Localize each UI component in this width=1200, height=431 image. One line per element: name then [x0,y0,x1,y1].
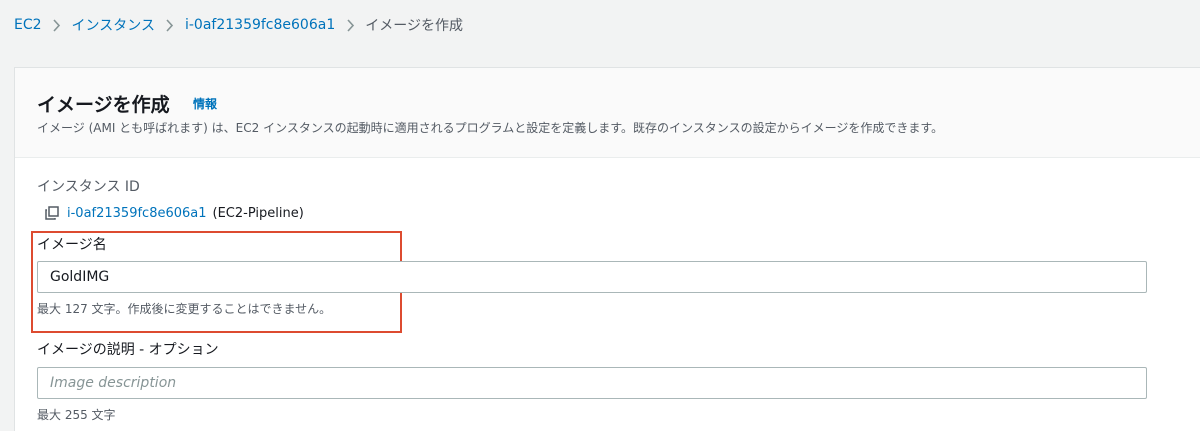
image-name-label: イメージ名 [37,237,107,253]
instance-id-link[interactable]: i-0af21359fc8e606a1 [67,206,207,221]
create-image-panel: イメージを作成 情報 イメージ (AMI とも呼ばれます) は、EC2 インスタ… [14,67,1200,431]
breadcrumb-instances[interactable]: インスタンス [72,15,155,35]
panel-header: イメージを作成 情報 イメージ (AMI とも呼ばれます) は、EC2 インスタ… [15,68,1200,158]
image-description-label: イメージの説明 - オプション [37,342,219,358]
info-link[interactable]: 情報 [193,95,217,112]
instance-name: (EC2-Pipeline) [212,205,304,221]
copy-icon[interactable] [44,205,60,221]
instance-id-label: インスタンス ID [37,179,140,195]
image-description-hint: 最大 255 文字 [37,408,116,422]
page-description: イメージ (AMI とも呼ばれます) は、EC2 インスタンスの起動時に適用され… [37,121,944,135]
instance-id-row: i-0af21359fc8e606a1 (EC2-Pipeline) [44,205,304,221]
chevron-right-icon [155,18,185,32]
chevron-right-icon [42,18,72,32]
breadcrumb: EC2 インスタンス i-0af21359fc8e606a1 イメージを作成 [14,14,463,36]
breadcrumb-current: イメージを作成 [365,18,463,34]
breadcrumb-ec2[interactable]: EC2 [14,17,42,33]
breadcrumb-instance-id[interactable]: i-0af21359fc8e606a1 [185,17,335,33]
page-title: イメージを作成 [37,94,170,116]
image-description-input[interactable] [37,367,1147,399]
image-name-input[interactable] [37,261,1147,293]
image-name-hint: 最大 127 文字。作成後に変更することはできません。 [37,302,332,316]
chevron-right-icon [335,18,365,32]
